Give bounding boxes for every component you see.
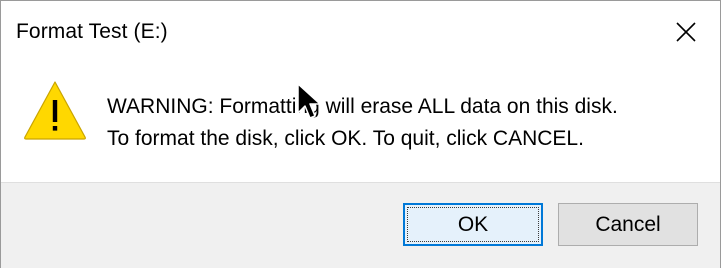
warning-message: WARNING: Formatting will erase ALL data … — [107, 91, 618, 155]
ok-button[interactable]: OK — [403, 203, 543, 246]
button-bar: OK Cancel — [1, 182, 720, 268]
title-bar: Format Test (E:) — [1, 1, 720, 65]
warning-icon — [24, 81, 86, 140]
message-line-1: WARNING: Formatting will erase ALL data … — [107, 95, 618, 118]
close-button[interactable] — [651, 1, 720, 63]
message-line-2: To format the disk, click OK. To quit, c… — [107, 127, 584, 150]
cancel-button[interactable]: Cancel — [558, 203, 698, 246]
window-title: Format Test (E:) — [16, 20, 168, 43]
dialog-content: WARNING: Formatting will erase ALL data … — [1, 65, 720, 182]
format-dialog: Format Test (E:) WARNING: Formatting wil… — [0, 0, 721, 268]
close-icon — [675, 22, 696, 42]
ok-button-label: OK — [457, 212, 489, 236]
